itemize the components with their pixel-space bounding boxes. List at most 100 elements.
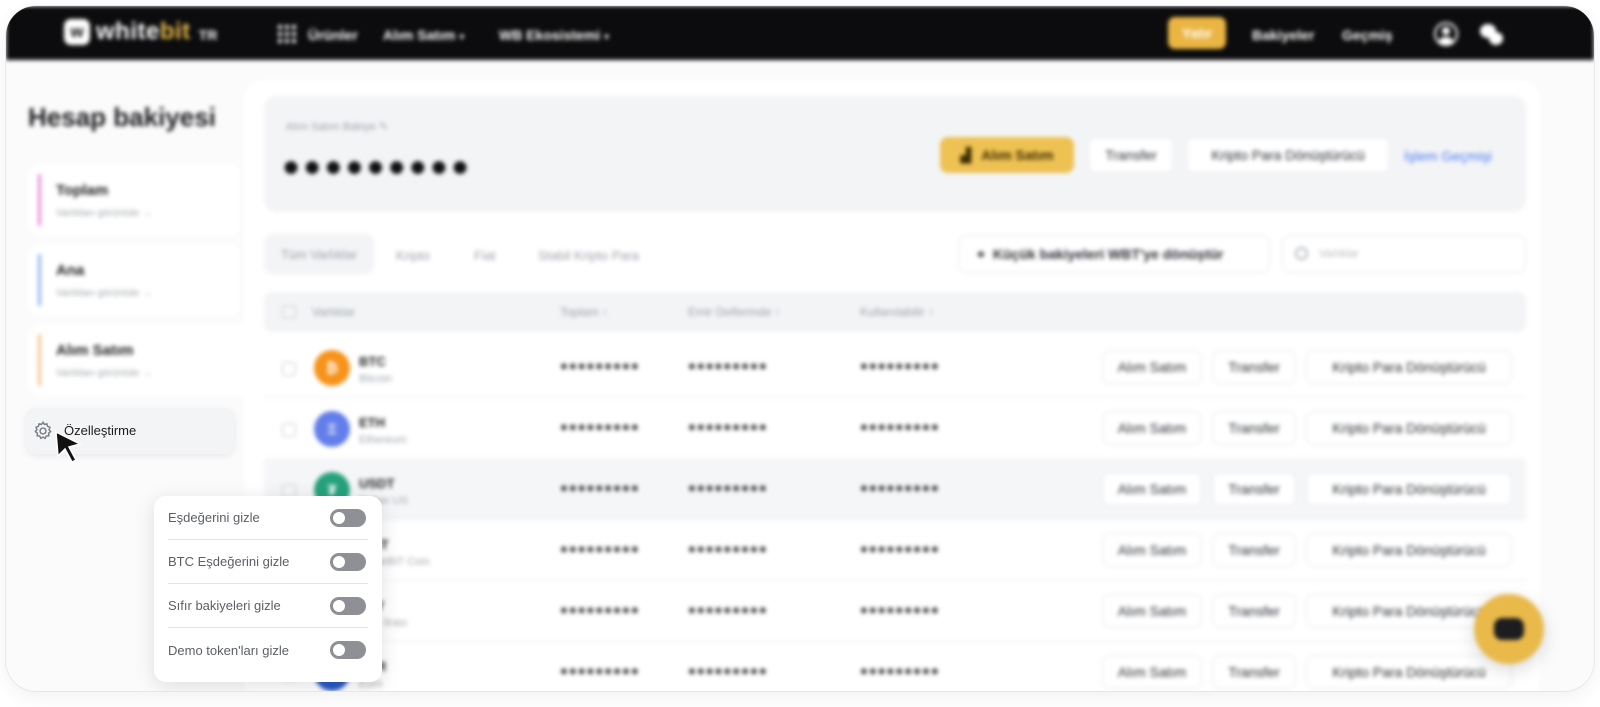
row-transfer-button[interactable]: Transfer (1212, 411, 1296, 445)
hide-demo-tokens-option: Demo token'ları gizle (168, 628, 368, 672)
hide-zero-balances-option: Sıfır bakiyeleri gizle (168, 584, 368, 628)
sidebar-card-main[interactable]: Ana Varlıkları görüntüle → (28, 244, 240, 316)
table-row: ₺TRYTürk lirası●●●●●●●●●●●●●●●●●●●●●●●●●… (264, 582, 1526, 642)
table-row: Ξ ETH Ethereum ●●●●●●●●● ●●●●●●●●● ●●●●●●●●● A… (264, 399, 1526, 459)
header-in-orders[interactable]: Emir Defterinde ↑ (688, 305, 781, 319)
converter-button[interactable]: Kripto Para Dönüştürücü (1186, 137, 1390, 173)
row-trade-button[interactable]: Alım Satım (1102, 472, 1202, 506)
hide-zero-balances-toggle[interactable] (330, 597, 366, 615)
row-trade-button[interactable]: Alım Satım (1102, 533, 1202, 567)
customize-popup: Eşdeğerini gizle BTC Eşdeğerini gizle Sı… (154, 496, 382, 682)
support-icon[interactable] (1480, 22, 1504, 46)
edit-icon: ✎ (378, 121, 389, 133)
accent-bar (38, 254, 41, 306)
transfer-button[interactable]: Transfer (1088, 137, 1174, 173)
logo-suffix: TR (198, 27, 218, 43)
brand-logo[interactable]: w whitebit TR (64, 18, 217, 46)
row-trade-button[interactable]: Alım Satım (1102, 594, 1202, 628)
row-transfer-button[interactable]: Transfer (1212, 594, 1296, 628)
nav-ecosystem[interactable]: WB Ekosistemi ▾ (499, 27, 609, 43)
row-transfer-button[interactable]: Transfer (1212, 655, 1296, 689)
row-converter-button[interactable]: Kripto Para Dönüştürücü (1306, 472, 1512, 506)
accent-bar (38, 174, 41, 226)
row-converter-button[interactable]: Kripto Para Dönüştürücü (1306, 350, 1512, 384)
sidebar-card-total[interactable]: Toplam Varlıkları görüntüle → (28, 164, 240, 236)
top-navigation-bar: w whitebit TR Ürünler Alım Satım ▾ WB Eko… (6, 6, 1594, 60)
search-icon (1295, 247, 1308, 260)
hide-equivalent-option: Eşdeğerini gizle (168, 496, 368, 540)
tab-fiat[interactable]: Fiat (474, 248, 496, 263)
table-row: ₿ BTC Bitcoin ●●●●●●●●● ●●●●●●●●● ●●●●●●●●● Al… (264, 338, 1526, 398)
nav-trade[interactable]: Alım Satım ▾ (383, 27, 464, 43)
sidebar-card-trade[interactable]: Alım Satım Varlıkları görüntüle → (28, 324, 252, 396)
coin-icon: ₿ (314, 350, 350, 386)
hide-demo-tokens-toggle[interactable] (330, 641, 366, 659)
row-transfer-button[interactable]: Transfer (1212, 350, 1296, 384)
balance-value: ●●●●●●●●● (282, 150, 473, 183)
total-value: ●●●●●●●●● (560, 541, 640, 556)
in-orders-value: ●●●●●●●●● (688, 602, 768, 617)
in-orders-value: ●●●●●●●●● (688, 358, 768, 373)
hide-equivalent-toggle[interactable] (330, 509, 366, 527)
nav-history[interactable]: Geçmiş (1342, 27, 1393, 43)
gear-icon (34, 421, 52, 440)
nav-products[interactable]: Ürünler (308, 27, 358, 43)
chat-support-button[interactable] (1474, 594, 1544, 664)
tab-stablecoin[interactable]: Stabil Kripto Para (538, 248, 639, 263)
asset-name: Ethereum (359, 434, 407, 446)
asset-search-input[interactable]: Varlıklar (1282, 235, 1526, 273)
available-value: ●●●●●●●●● (860, 358, 940, 373)
header-total[interactable]: Toplam ↑ (560, 305, 608, 319)
chart-icon: ▟ (960, 146, 972, 163)
coin-icon: Ξ (314, 411, 350, 447)
transaction-history-link[interactable]: İşlem Geçmişi (1404, 148, 1492, 164)
total-value: ●●●●●●●●● (560, 358, 640, 373)
total-value: ●●●●●●●●● (560, 663, 640, 678)
table-row: WWBTWhiteBIT Coin●●●●●●●●●●●●●●●●●●●●●●●… (264, 521, 1526, 581)
user-icon[interactable] (1434, 22, 1458, 46)
chat-icon (1494, 618, 1524, 640)
convert-small-balances-button[interactable]: ⌖ Küçük bakiyeleri WBT'ye dönüştür (958, 235, 1270, 273)
app-window: w whitebit TR Ürünler Alım Satım ▾ WB Eko… (6, 6, 1594, 691)
row-converter-button[interactable]: Kripto Para Dönüştürücü (1306, 533, 1512, 567)
logo-mark-icon: w (64, 19, 90, 45)
available-value: ●●●●●●●●● (860, 663, 940, 678)
row-expand-toggle[interactable] (282, 362, 296, 376)
trade-button[interactable]: ▟ Alım Satım (940, 137, 1074, 173)
total-value: ●●●●●●●●● (560, 480, 640, 495)
row-trade-button[interactable]: Alım Satım (1102, 655, 1202, 689)
table-row: ₮ USDT Tether US ●●●●●●●●● ●●●●●●●●● ●●●●●●●●… (264, 460, 1526, 520)
logo-text-gold: bit (159, 18, 191, 45)
tab-crypto[interactable]: Kripto (396, 248, 430, 263)
search-placeholder: Varlıklar (1319, 248, 1359, 260)
row-transfer-button[interactable]: Transfer (1212, 533, 1296, 567)
row-converter-button[interactable]: Kripto Para Dönüştürücü (1306, 655, 1512, 689)
expand-all-checkbox[interactable] (282, 305, 296, 319)
page-title: Hesap bakiyesi (28, 102, 216, 132)
available-value: ●●●●●●●●● (860, 602, 940, 617)
asset-symbol: USDT (359, 476, 395, 491)
header-assets[interactable]: Varlıklar (312, 305, 355, 319)
deposit-button[interactable]: Yatır (1168, 17, 1226, 49)
chevron-down-icon: ▾ (604, 32, 610, 43)
available-value: ●●●●●●●●● (860, 480, 940, 495)
asset-symbol: ETH (359, 415, 385, 430)
nav-balances[interactable]: Bakiyeler (1252, 27, 1314, 43)
row-converter-button[interactable]: Kripto Para Dönüştürücü (1306, 411, 1512, 445)
in-orders-value: ●●●●●●●●● (688, 480, 768, 495)
row-trade-button[interactable]: Alım Satım (1102, 411, 1202, 445)
available-value: ●●●●●●●●● (860, 541, 940, 556)
in-orders-value: ●●●●●●●●● (688, 663, 768, 678)
apps-grid-icon[interactable] (278, 25, 296, 43)
hide-btc-equivalent-toggle[interactable] (330, 553, 366, 571)
row-transfer-button[interactable]: Transfer (1212, 472, 1296, 506)
row-trade-button[interactable]: Alım Satım (1102, 350, 1202, 384)
accent-bar (38, 334, 41, 386)
logo-text-white: white (96, 18, 160, 45)
chevron-down-icon: ▾ (459, 32, 465, 43)
row-expand-toggle[interactable] (282, 423, 296, 437)
header-available[interactable]: Kullanılabilir ↑ (860, 305, 934, 319)
tab-all-assets[interactable]: Tüm Varlıklar (264, 234, 374, 274)
asset-symbol: BTC (359, 354, 386, 369)
table-header: Varlıklar Toplam ↑ Emir Defterinde ↑ Kul… (264, 292, 1526, 332)
